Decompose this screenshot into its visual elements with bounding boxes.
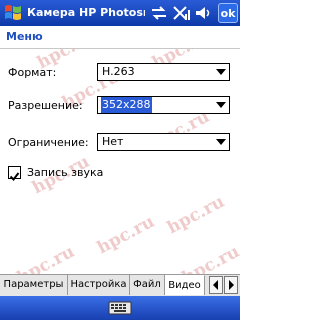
connectivity-icon[interactable] bbox=[150, 4, 168, 22]
tab-video[interactable]: Видео bbox=[165, 275, 205, 295]
bottom-bar bbox=[0, 296, 240, 320]
audio-record-checkbox[interactable] bbox=[8, 166, 21, 182]
keyboard-icon[interactable] bbox=[108, 300, 132, 316]
window-title: Камера HP Photosma bbox=[27, 6, 145, 19]
limit-value: Нет bbox=[102, 135, 124, 148]
limit-select[interactable]: Нет bbox=[97, 133, 230, 151]
title-bar: Камера HP Photosma ok bbox=[0, 0, 240, 26]
tab-bar: Параметры Настройка Файл Видео bbox=[0, 274, 240, 296]
tab-scroll-right-button[interactable] bbox=[224, 276, 238, 294]
chevron-down-icon bbox=[216, 102, 226, 108]
tab-settings[interactable]: Настройка bbox=[68, 275, 130, 295]
resolution-select[interactable]: 352x288 bbox=[97, 96, 230, 114]
ok-button[interactable]: ok bbox=[218, 3, 238, 23]
audio-record-label[interactable]: Запись звука bbox=[27, 166, 103, 180]
menu-button[interactable]: Меню bbox=[6, 30, 43, 43]
limit-label: Ограничение: bbox=[8, 136, 89, 149]
watermark: hpc.ru bbox=[163, 191, 228, 239]
format-select[interactable]: H.263 bbox=[97, 63, 230, 81]
tab-scroll-left-button[interactable] bbox=[209, 276, 223, 294]
chevron-down-icon bbox=[216, 69, 226, 75]
tab-parameters[interactable]: Параметры bbox=[0, 275, 68, 295]
arrow-left-icon bbox=[213, 280, 218, 290]
menu-bar: Меню bbox=[0, 26, 240, 49]
format-value: H.263 bbox=[102, 65, 135, 78]
volume-icon[interactable] bbox=[194, 4, 212, 22]
checkmark-icon bbox=[9, 172, 20, 182]
windows-start-icon[interactable] bbox=[2, 2, 24, 24]
signal-off-icon[interactable] bbox=[172, 4, 190, 22]
resolution-value: 352x288 bbox=[101, 97, 152, 113]
watermark: hpc.ru bbox=[93, 211, 158, 259]
resolution-label: Разрешение: bbox=[8, 99, 83, 112]
tab-file[interactable]: Файл bbox=[130, 275, 165, 295]
arrow-right-icon bbox=[229, 280, 234, 290]
format-label: Формат: bbox=[8, 66, 57, 79]
chevron-down-icon bbox=[216, 139, 226, 145]
